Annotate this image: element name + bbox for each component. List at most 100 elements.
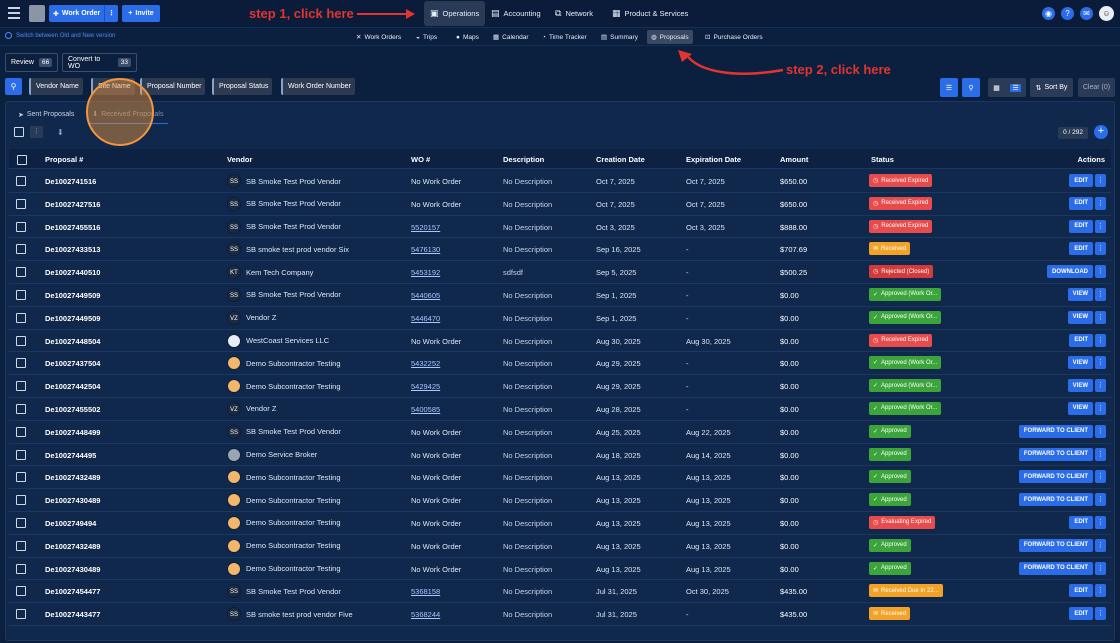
work-order-button[interactable]: ✚ Work Order ⋮ (49, 5, 118, 22)
proposal-number[interactable]: De10027449509 (45, 314, 100, 323)
chat-icon[interactable]: ✉ (1080, 7, 1093, 20)
row-action-button[interactable]: DOWNLOAD (1047, 265, 1093, 279)
row-more-icon[interactable]: ⋮ (1095, 310, 1106, 324)
wo-number[interactable]: 5446470 (411, 314, 440, 323)
wo-number[interactable]: 5440605 (411, 291, 440, 300)
row-action-button[interactable]: FORWARD TO CLIENT (1018, 424, 1093, 438)
nav-accounting[interactable]: ▤ Accounting (485, 1, 547, 26)
subnav-purchase-orders[interactable]: ⊡ Purchase Orders (701, 30, 767, 44)
subnav-summary[interactable]: ▤ Summary (597, 30, 642, 44)
row-checkbox[interactable] (16, 289, 26, 300)
clear-filters-button[interactable]: Clear (0) (1078, 78, 1115, 97)
proposal-number[interactable]: De10027442504 (45, 382, 100, 391)
wo-number[interactable]: 5476130 (411, 245, 440, 254)
row-more-icon[interactable]: ⋮ (1095, 242, 1106, 256)
row-action-button[interactable]: FORWARD TO CLIENT (1018, 538, 1093, 552)
header-checkbox[interactable] (17, 155, 27, 165)
row-more-icon[interactable]: ⋮ (1095, 219, 1106, 233)
table-row[interactable]: De10027454477 SS SB Smoke Test Prod Vendor… (9, 580, 1111, 604)
table-row[interactable]: De10027440510 KT Kem Tech Company 5453192 sd… (9, 261, 1111, 284)
table-row[interactable]: De10027448499 SS SB Smoke Test Prod Vendor… (9, 421, 1111, 444)
wo-number[interactable]: 5368244 (411, 610, 440, 619)
menu-icon[interactable] (8, 7, 20, 21)
row-checkbox[interactable] (16, 609, 26, 620)
row-action-button[interactable]: EDIT (1069, 333, 1093, 347)
help-icon[interactable]: ? (1061, 7, 1074, 20)
proposal-number[interactable]: De10027448504 (45, 337, 100, 346)
filter-icon[interactable]: ⚲ (5, 78, 22, 95)
invite-button[interactable]: + Invite (122, 5, 160, 22)
row-more-icon[interactable]: ⋮ (1095, 470, 1106, 484)
col-vendor[interactable]: Vendor (227, 155, 252, 164)
proposal-number[interactable]: De10027430489 (45, 496, 100, 505)
col-wo[interactable]: WO # (411, 155, 430, 164)
row-more-icon[interactable]: ⋮ (1095, 424, 1106, 438)
table-row[interactable]: De10027448504 WestCoast Services LLC No Wo… (9, 330, 1111, 353)
review-button[interactable]: Review 66 (5, 53, 58, 72)
proposal-number[interactable]: De10027432489 (45, 473, 100, 482)
row-checkbox[interactable] (16, 176, 26, 186)
row-checkbox[interactable] (16, 403, 26, 414)
row-checkbox[interactable] (16, 312, 26, 323)
row-more-icon[interactable]: ⋮ (1095, 447, 1106, 461)
company-logo[interactable] (29, 5, 45, 22)
table-row[interactable]: De10027455516 SS SB Smoke Test Prod Vendor… (9, 216, 1111, 239)
table-row[interactable]: De10027455502 VZ Vendor Z 5400585 No Descrip… (9, 398, 1111, 421)
row-checkbox[interactable] (16, 335, 26, 346)
proposal-number[interactable]: De10027448499 (45, 428, 100, 437)
add-proposal-button[interactable]: + (1094, 125, 1108, 139)
row-more-icon[interactable]: ⋮ (1095, 493, 1106, 507)
row-action-button[interactable]: VIEW (1067, 379, 1093, 393)
col-description[interactable]: Description (503, 155, 544, 164)
row-action-button[interactable]: EDIT (1069, 242, 1093, 256)
row-action-button[interactable]: VIEW (1067, 401, 1093, 415)
row-checkbox[interactable] (16, 540, 26, 551)
table-row[interactable]: De10027437504 Demo Subcontractor Testing 5… (9, 352, 1111, 376)
table-row[interactable]: De10027432489 Demo Subcontractor Testing N… (9, 466, 1111, 490)
more-options-icon[interactable]: ⋮ (104, 5, 118, 22)
table-row[interactable]: De10027442504 Demo Subcontractor Testing 5… (9, 375, 1111, 398)
row-checkbox[interactable] (16, 449, 26, 460)
row-more-icon[interactable]: ⋮ (1095, 379, 1106, 393)
subnav-calendar[interactable]: ▦ Calendar (489, 30, 533, 44)
convert-to-wo-button[interactable]: Convert to WO 33 (62, 53, 137, 72)
table-row[interactable]: De1002744495 Demo Service Broker No Work O… (9, 444, 1111, 467)
row-more-icon[interactable]: ⋮ (1095, 584, 1106, 598)
wo-number[interactable]: 5429425 (411, 382, 440, 391)
proposal-number[interactable]: De10027432489 (45, 542, 100, 551)
subnav-work-orders[interactable]: ✕ Work Orders (352, 30, 405, 44)
proposal-number[interactable]: De10027427516 (45, 200, 100, 209)
group-icon[interactable]: ☰ (940, 78, 958, 97)
row-checkbox[interactable] (16, 472, 26, 483)
row-checkbox[interactable] (16, 244, 26, 255)
version-switch[interactable]: Switch between Old and New version (5, 32, 115, 39)
subnav-trips[interactable]: ◒ Trips (412, 30, 441, 44)
download-icon[interactable]: ⬇ (57, 128, 64, 137)
settings-icon[interactable]: ◉ (1042, 7, 1055, 20)
row-action-button[interactable]: VIEW (1067, 310, 1093, 324)
row-more-icon[interactable]: ⋮ (1095, 607, 1106, 621)
row-action-button[interactable]: EDIT (1069, 584, 1093, 598)
proposal-number[interactable]: De10027437504 (45, 359, 100, 368)
nav-operations[interactable]: ▣ Operations (424, 1, 486, 26)
row-action-button[interactable]: VIEW (1067, 287, 1093, 301)
proposal-number[interactable]: De10027433513 (45, 245, 100, 254)
proposal-number[interactable]: De10027440510 (45, 268, 100, 277)
col-status[interactable]: Status (871, 155, 894, 164)
table-row[interactable]: De1002749494 Demo Subcontractor Testing No… (9, 512, 1111, 535)
col-amount[interactable]: Amount (780, 155, 808, 164)
row-checkbox[interactable] (16, 381, 26, 392)
filter-settings-icon[interactable]: ⚲ (962, 78, 980, 97)
row-action-button[interactable]: EDIT (1069, 174, 1093, 187)
table-row[interactable]: De10027430489 Demo Subcontractor Testing N… (9, 489, 1111, 512)
sort-by-button[interactable]: ⇅ Sort By (1030, 78, 1073, 97)
table-row[interactable]: De10027430489 Demo Subcontractor Testing N… (9, 558, 1111, 581)
proposal-number[interactable]: De1002744495 (45, 451, 96, 460)
filter-vendor-name[interactable]: Vendor Name (29, 78, 83, 95)
row-checkbox[interactable] (16, 517, 26, 528)
table-row[interactable]: De10027443477 SS SB smoke test prod vendor… (9, 603, 1111, 626)
proposal-number[interactable]: De10027430489 (45, 565, 100, 574)
proposal-number[interactable]: De10027454477 (45, 587, 100, 596)
row-more-icon[interactable]: ⋮ (1095, 287, 1106, 301)
row-checkbox[interactable] (16, 495, 26, 506)
